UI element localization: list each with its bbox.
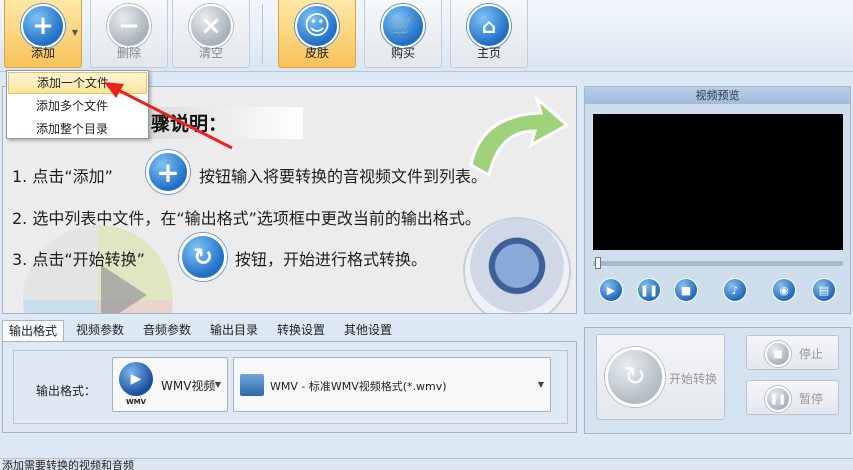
minus-icon: − bbox=[107, 4, 151, 48]
plus-icon: + bbox=[146, 150, 190, 194]
tab-other-settings[interactable]: 其他设置 bbox=[338, 320, 398, 342]
tab-output-format[interactable]: 输出格式 bbox=[2, 320, 65, 342]
skin-button[interactable]: ☺ 皮肤 bbox=[278, 0, 356, 68]
tab-output-dir[interactable]: 输出目录 bbox=[204, 320, 264, 342]
plus-icon: + bbox=[21, 4, 65, 48]
cart-icon: 🛒 bbox=[381, 4, 425, 48]
menu-item-add-multiple-files[interactable]: 添加多个文件 bbox=[8, 95, 147, 117]
pause-icon: ❚❚ bbox=[765, 386, 791, 412]
video-preview-panel: 视频预览 ▶ ❚❚ ■ ♪ ◉ ▤ bbox=[584, 86, 851, 314]
pause-button[interactable]: ❚❚ 暂停 bbox=[746, 380, 839, 415]
menu-item-add-directory[interactable]: 添加整个目录 bbox=[8, 118, 147, 140]
format-detail-value: WMV - 标准WMV视频格式(*.wmv) bbox=[270, 380, 447, 393]
close-icon: × bbox=[189, 4, 233, 48]
status-text: 添加需要转换的视频和音频 bbox=[2, 459, 134, 470]
format-category-select[interactable]: ▶ WMV WMV视频 ▼ bbox=[112, 357, 228, 412]
toolbar-divider bbox=[262, 4, 263, 64]
skin-button-label: 皮肤 bbox=[304, 46, 329, 60]
status-bar: 添加需要转换的视频和音频 bbox=[0, 458, 853, 470]
chevron-down-icon: ▼ bbox=[214, 380, 221, 389]
delete-button[interactable]: − 删除 bbox=[90, 0, 168, 68]
clear-button[interactable]: × 清空 bbox=[172, 0, 250, 68]
menu-item-add-one-file[interactable]: 添加一个文件 bbox=[8, 72, 147, 94]
add-menu: 添加一个文件 添加多个文件 添加整个目录 bbox=[6, 70, 149, 139]
buy-button-label: 购买 bbox=[390, 46, 415, 60]
start-convert-button[interactable]: ↻ 开始转换 bbox=[596, 334, 725, 420]
play-icon[interactable]: ▶ bbox=[599, 278, 623, 302]
stop-icon: ■ bbox=[765, 341, 791, 367]
video-format-icon bbox=[240, 374, 264, 396]
delete-button-label: 删除 bbox=[116, 46, 141, 60]
home-icon: ⌂ bbox=[467, 4, 511, 48]
tab-video-params[interactable]: 视频参数 bbox=[70, 320, 130, 342]
home-button[interactable]: ⌂ 主页 bbox=[450, 0, 528, 68]
clear-button-label: 清空 bbox=[198, 46, 223, 60]
stop-icon[interactable]: ■ bbox=[674, 278, 698, 302]
home-button-label: 主页 bbox=[476, 46, 501, 60]
refresh-icon: ↻ bbox=[179, 233, 227, 281]
add-button-label: 添加 bbox=[30, 46, 55, 60]
buy-button[interactable]: 🛒 购买 bbox=[364, 0, 442, 68]
refresh-icon: ↻ bbox=[605, 347, 665, 407]
lens-decoration-icon bbox=[463, 217, 571, 313]
stop-button-label: 停止 bbox=[799, 347, 824, 361]
folder-icon[interactable]: ▤ bbox=[812, 278, 836, 302]
stop-button[interactable]: ■ 停止 bbox=[746, 335, 839, 370]
video-screen bbox=[593, 114, 843, 250]
step-1-b: 按钮输入将要转换的音视频文件到列表。 bbox=[199, 167, 488, 186]
play-decoration-icon bbox=[101, 265, 147, 313]
format-detail-select[interactable]: WMV - 标准WMV视频格式(*.wmv) ▼ bbox=[233, 357, 551, 412]
step-1-text-a: 1. 点击“添加” bbox=[12, 167, 113, 186]
pause-button-label: 暂停 bbox=[799, 392, 824, 406]
format-category-value: WMV视频 bbox=[161, 379, 216, 393]
snapshot-icon[interactable]: ◉ bbox=[772, 278, 796, 302]
chevron-down-icon[interactable]: ▼ bbox=[72, 28, 78, 37]
step-3: 3. 点击“开始转换” bbox=[12, 250, 145, 269]
toolbar: + ▼ 添加 − 删除 × 清空 ☺ 皮肤 🛒 购买 ⌂ 主页 bbox=[0, 0, 853, 72]
tab-convert-settings[interactable]: 转换设置 bbox=[271, 320, 331, 342]
seek-bar[interactable] bbox=[593, 261, 843, 266]
output-format-label: 输出格式： bbox=[36, 384, 97, 398]
start-convert-label: 开始转换 bbox=[669, 372, 718, 386]
pause-icon[interactable]: ❚❚ bbox=[637, 278, 661, 302]
wmv-play-icon: ▶ bbox=[119, 362, 153, 396]
wmv-icon: ▶ WMV bbox=[117, 362, 155, 408]
step-3-b: 按钮，开始进行格式转换。 bbox=[235, 250, 428, 269]
wmv-icon-text: WMV bbox=[125, 398, 147, 406]
volume-icon[interactable]: ♪ bbox=[723, 278, 747, 302]
chevron-down-icon: ▼ bbox=[537, 380, 544, 389]
preview-title: 视频预览 bbox=[585, 87, 850, 104]
tab-audio-params[interactable]: 音频参数 bbox=[137, 320, 197, 342]
step-1: 1. 点击“添加” bbox=[12, 163, 113, 187]
step-2: 2. 选中列表中文件，在“输出格式”选项框中更改当前的输出格式。 bbox=[12, 209, 481, 228]
add-button[interactable]: + ▼ 添加 bbox=[4, 0, 82, 68]
instructions-title: 骤说明： bbox=[151, 113, 228, 135]
smiley-icon: ☺ bbox=[295, 4, 339, 48]
seek-handle[interactable] bbox=[595, 257, 601, 269]
